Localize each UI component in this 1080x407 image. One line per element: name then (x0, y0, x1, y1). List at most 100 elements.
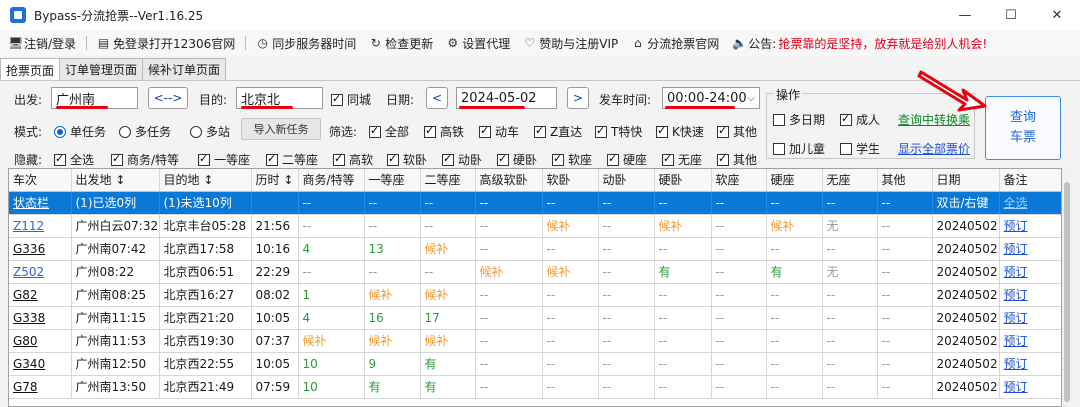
table-row[interactable]: G336 广州南07:42 北京西17:58 10:16 4 13 候补 -- -- -- -- --… (9, 237, 1061, 261)
vertical-scrollbar[interactable] (1062, 168, 1072, 407)
column-header[interactable]: 备注 (999, 169, 1061, 192)
maximize-button[interactable]: ☐ (988, 0, 1034, 30)
student-checkbox[interactable]: 学生 (840, 140, 880, 157)
column-header[interactable]: 日期 (932, 169, 1000, 192)
column-header[interactable]: 历时 ↕ (251, 169, 299, 192)
query-tickets-button[interactable]: 查询 车票 (985, 96, 1061, 160)
filter-z-checkbox[interactable]: Z直达 (534, 123, 582, 140)
tab-grab-tickets[interactable]: 抢票页面 (0, 58, 61, 81)
status-row[interactable]: 状态栏 (1)已选0列 (1)未选10列 -- -- -- -- -- -- -- -- -- -- --… (9, 191, 1061, 215)
book-link[interactable]: 预订 (999, 375, 1061, 399)
hide-hard-sleeper-checkbox[interactable]: 硬卧 (497, 151, 537, 168)
table-cell: 候补 (475, 260, 543, 284)
column-header[interactable]: 其他 (877, 169, 933, 192)
tab-orders[interactable]: 订单管理页面 (59, 58, 144, 80)
hide-other-checkbox[interactable]: 其他 (717, 151, 757, 168)
table-cell: -- (598, 352, 655, 376)
column-header[interactable]: 车次 (9, 169, 72, 192)
menu-sync-time[interactable]: ◷ 同步服务器时间 (256, 35, 356, 52)
menu-proxy[interactable]: ⚙ 设置代理 (446, 35, 510, 52)
book-link[interactable]: 全选 (999, 191, 1061, 215)
prev-date-button[interactable]: < (426, 87, 448, 109)
filter-t-checkbox[interactable]: T特快 (595, 123, 642, 140)
transfer-query-link[interactable]: 查询中转换乘 (898, 111, 970, 128)
table-row[interactable]: G338 广州南11:15 北京西21:20 10:05 4 16 17 -- -- -- -- --… (9, 306, 1061, 330)
column-header[interactable]: 高级软卧 (475, 169, 543, 192)
column-header[interactable]: 软座 (711, 169, 767, 192)
mode-single-radio[interactable]: 单任务 (54, 123, 106, 140)
import-task-button[interactable]: 导入新任务 (241, 118, 321, 140)
train-number-cell[interactable]: G82 (9, 283, 72, 307)
train-number-cell[interactable]: Z502 (9, 260, 72, 284)
menu-check-update[interactable]: ↻ 检查更新 (369, 35, 434, 52)
book-link[interactable]: 预订 (999, 352, 1061, 376)
hide-hard-seat-checkbox[interactable]: 硬座 (607, 151, 647, 168)
minimize-button[interactable]: — (942, 0, 988, 30)
hide-soft-seat-checkbox[interactable]: 软座 (552, 151, 592, 168)
book-link[interactable]: 预订 (999, 237, 1061, 261)
table-row[interactable]: Z502 广州08:22 北京西06:51 22:29 -- -- -- 候补 候补 -- 有 -- 有… (9, 260, 1061, 284)
column-header[interactable]: 无座 (822, 169, 878, 192)
column-header[interactable]: 硬卧 (654, 169, 712, 192)
hide-dongwo-checkbox[interactable]: 动卧 (442, 151, 482, 168)
next-date-button[interactable]: > (567, 87, 589, 109)
book-link[interactable]: 预订 (999, 306, 1061, 330)
column-header[interactable]: 动卧 (598, 169, 655, 192)
hide-no-seat-checkbox[interactable]: 无座 (662, 151, 702, 168)
train-number-cell[interactable]: G78 (9, 375, 72, 399)
table-cell: -- (598, 237, 655, 261)
table-row[interactable]: G78 广州南13:50 北京西21:49 07:59 10 有有 -- -- -- -- -- --… (9, 375, 1061, 399)
same-city-checkbox[interactable]: 同城 (331, 91, 371, 108)
notice-text: 抢票靠的是坚持，放弃就是给别人机会! (778, 36, 988, 51)
column-header[interactable]: 软卧 (542, 169, 599, 192)
hide-soft-sleeper-checkbox[interactable]: 软卧 (387, 151, 427, 168)
mode-multi-radio[interactable]: 多任务 (119, 123, 171, 140)
mode-multi-station-radio[interactable]: 多站 (190, 123, 230, 140)
table-cell: -- (822, 329, 878, 353)
adult-checkbox[interactable]: 成人 (840, 111, 880, 128)
train-number-cell[interactable]: G340 (9, 352, 72, 376)
menu-sponsor[interactable]: ♡ 赞助与注册VIP (523, 35, 618, 52)
hide-gaoruan-checkbox[interactable]: 高软 (333, 151, 373, 168)
close-button[interactable]: ✕ (1034, 0, 1080, 30)
column-header[interactable]: 出发地 ↕ (71, 169, 160, 192)
train-number-cell[interactable]: Z112 (9, 214, 72, 238)
hide-first-class-checkbox[interactable]: 一等座 (198, 151, 250, 168)
column-header[interactable]: 一等座 (364, 169, 421, 192)
column-header[interactable]: 二等座 (420, 169, 476, 192)
table-row[interactable]: G82 广州南08:25 北京西16:27 08:02 1 候补 候补 -- -- -- -- -- -… (9, 283, 1061, 307)
filter-other-checkbox[interactable]: 其他 (717, 123, 757, 140)
add-child-checkbox[interactable]: 加儿童 (773, 140, 825, 157)
checkbox-label: 二等座 (282, 153, 319, 167)
menu-logout-login[interactable]: 🖥 注销/登录 (8, 35, 76, 52)
hide-business-checkbox[interactable]: 商务/特等 (111, 151, 179, 168)
column-header[interactable]: 硬座 (766, 169, 823, 192)
scrollbar-thumb[interactable] (1064, 182, 1070, 402)
filter-dongche-checkbox[interactable]: 动车 (479, 123, 519, 140)
train-number-cell[interactable]: G336 (9, 237, 72, 261)
hide-second-class-checkbox[interactable]: 二等座 (266, 151, 318, 168)
hide-all-checkbox[interactable]: 全选 (54, 151, 94, 168)
menu-open-12306[interactable]: ▤ 免登录打开12306官网 (97, 35, 235, 52)
filter-gaotie-checkbox[interactable]: 高铁 (424, 123, 464, 140)
table-row[interactable]: Z112 广州白云07:32 北京丰台05:28 21:56 -- -- -- -- 候补 -- 候… (9, 214, 1061, 238)
book-link[interactable]: 预订 (999, 283, 1061, 307)
filter-k-checkbox[interactable]: K快速 (656, 123, 704, 140)
table-row[interactable]: G80 广州南11:53 北京西19:30 07:37 候补 候补 候补 -- -- -- -- --… (9, 329, 1061, 353)
train-number-cell[interactable]: G80 (9, 329, 72, 353)
book-link[interactable]: 预订 (999, 329, 1061, 353)
train-number-cell[interactable]: 状态栏 (9, 191, 72, 215)
swap-stations-button[interactable]: <--> (148, 87, 188, 109)
train-number-cell[interactable]: G338 (9, 306, 72, 330)
book-link[interactable]: 预订 (999, 214, 1061, 238)
multi-date-checkbox[interactable]: 多日期 (773, 111, 825, 128)
filter-all-checkbox[interactable]: 全部 (369, 123, 409, 140)
show-all-prices-link[interactable]: 显示全部票价 (898, 140, 970, 157)
table-cell: -- (598, 260, 655, 284)
book-link[interactable]: 预订 (999, 260, 1061, 284)
menu-website[interactable]: ⌂ 分流抢票官网 (631, 35, 719, 52)
table-row[interactable]: G340 广州南12:50 北京西22:55 10:05 10 9 有 -- -- -- -- -- -… (9, 352, 1061, 376)
column-header[interactable]: 目的地 ↕ (159, 169, 252, 192)
tab-waitlist-orders[interactable]: 候补订单页面 (142, 58, 227, 80)
column-header[interactable]: 商务/特等 (298, 169, 365, 192)
